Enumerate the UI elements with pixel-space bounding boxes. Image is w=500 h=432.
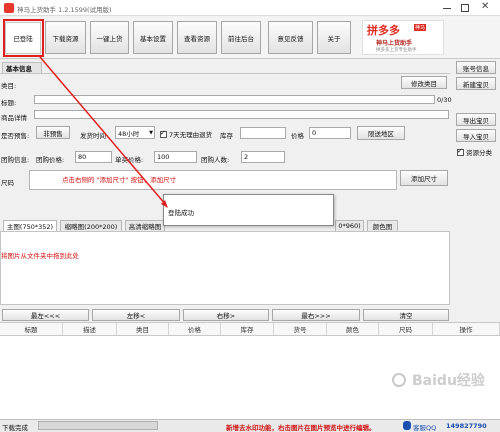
- annotation-arrow: [39, 56, 168, 208]
